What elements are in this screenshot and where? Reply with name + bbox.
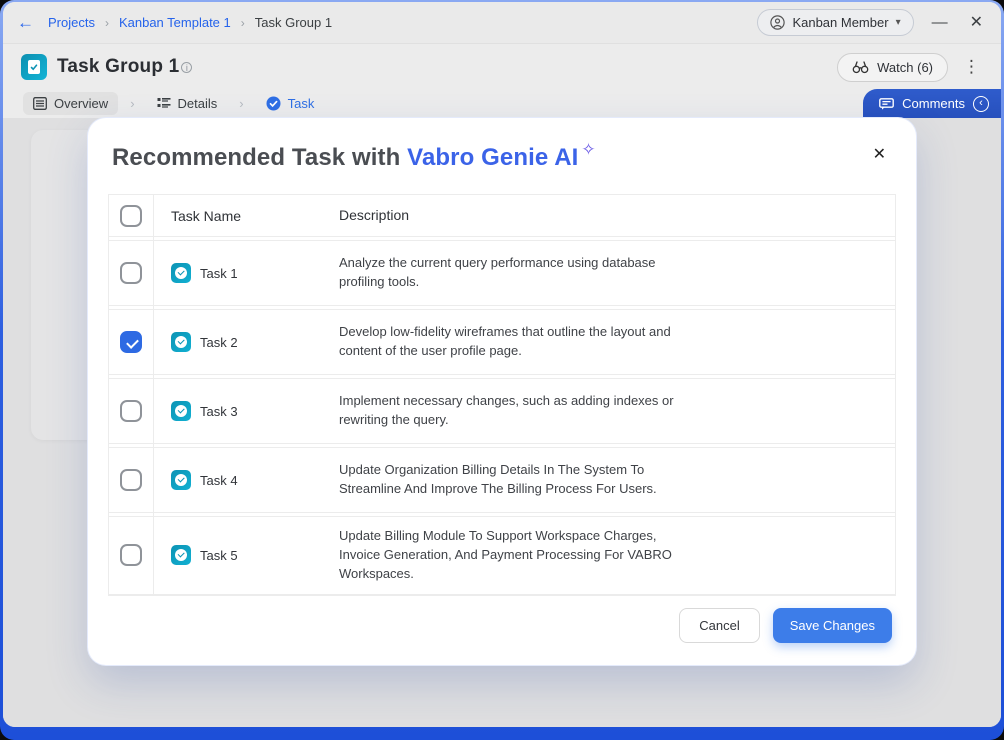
details-icon — [157, 97, 171, 109]
watch-label: Watch (6) — [877, 60, 933, 75]
tab-details-label: Details — [178, 96, 218, 111]
modal-title: Recommended Task with Vabro Genie AI✧ — [112, 144, 596, 172]
member-label: Kanban Member — [792, 15, 888, 30]
column-task-name: Task Name — [153, 208, 339, 224]
task-name: Task 1 — [200, 266, 238, 281]
table-header-row: Task Name Description — [109, 195, 895, 237]
comment-icon — [879, 98, 894, 110]
row-checkbox[interactable] — [120, 544, 142, 566]
tab-task-label: Task — [288, 96, 315, 111]
task-item-icon — [171, 263, 191, 283]
chevron-right-icon: › — [105, 16, 109, 30]
sparkle-icon: ✧ — [581, 140, 595, 159]
row-checkbox[interactable] — [120, 400, 142, 422]
page-header: Task Group 1 i Watch (6) ⋮ — [3, 44, 1001, 88]
info-icon[interactable]: i — [181, 62, 192, 73]
row-checkbox[interactable] — [120, 331, 142, 353]
comments-button[interactable]: Comments ‹ — [863, 89, 1001, 118]
page-title: Task Group 1 — [57, 56, 179, 78]
desktop-frame: ← Projects › Kanban Template 1 › Task Gr… — [0, 0, 1004, 740]
task-item-icon — [171, 545, 191, 565]
cancel-button[interactable]: Cancel — [679, 608, 759, 643]
tab-overview-label: Overview — [54, 96, 108, 111]
task-description: Update Organization Billing Details In T… — [339, 451, 699, 509]
comments-label: Comments — [902, 96, 965, 111]
chevron-right-icon: › — [241, 16, 245, 30]
app-window: ← Projects › Kanban Template 1 › Task Gr… — [3, 2, 1001, 727]
breadcrumb: Projects › Kanban Template 1 › Task Grou… — [48, 15, 332, 30]
minimize-button[interactable]: — — [928, 13, 952, 33]
watch-button[interactable]: Watch (6) — [837, 53, 948, 82]
kebab-menu-icon[interactable]: ⋮ — [960, 57, 983, 77]
modal-title-highlight: Vabro Genie AI — [407, 144, 578, 171]
top-bar: ← Projects › Kanban Template 1 › Task Gr… — [3, 2, 1001, 44]
chevron-down-icon: ▾ — [896, 17, 901, 28]
task-description: Implement necessary changes, such as add… — [339, 382, 699, 440]
member-dropdown[interactable]: Kanban Member ▾ — [757, 9, 913, 36]
content-area: Recommended Task with Vabro Genie AI✧ ✕ … — [3, 118, 1001, 727]
task-description: Analyze the current query performance us… — [339, 244, 699, 302]
breadcrumb-projects[interactable]: Projects — [48, 15, 95, 30]
chevron-right-icon: › — [130, 96, 134, 111]
save-changes-button[interactable]: Save Changes — [773, 608, 892, 643]
close-window-button[interactable]: ✕ — [966, 13, 987, 33]
chevron-right-icon: › — [239, 96, 243, 111]
binoculars-icon — [852, 60, 869, 74]
tab-details[interactable]: Details — [147, 92, 228, 115]
task-description: Update Billing Module To Support Workspa… — [339, 517, 699, 594]
task-name: Task 2 — [200, 335, 238, 350]
overview-icon — [33, 97, 47, 110]
tabs-bar: Overview › Details › Task Comments — [3, 88, 1001, 118]
table-row: Task 5 Update Billing Module To Support … — [109, 516, 895, 595]
chevron-left-circle-icon: ‹ — [973, 96, 989, 112]
table-row: Task 3 Implement necessary changes, such… — [109, 378, 895, 444]
task-name: Task 5 — [200, 548, 238, 563]
tab-overview[interactable]: Overview — [23, 92, 118, 115]
row-checkbox[interactable] — [120, 469, 142, 491]
select-all-checkbox[interactable] — [120, 205, 142, 227]
row-checkbox[interactable] — [120, 262, 142, 284]
task-group-icon — [21, 54, 47, 80]
column-description: Description — [339, 205, 699, 225]
task-description: Develop low-fidelity wireframes that out… — [339, 313, 699, 371]
back-arrow-icon[interactable]: ← — [17, 13, 34, 33]
table-row: Task 1 Analyze the current query perform… — [109, 240, 895, 306]
breadcrumb-task-group: Task Group 1 — [255, 15, 332, 30]
person-icon — [770, 15, 785, 30]
table-row: Task 2 Develop low-fidelity wireframes t… — [109, 309, 895, 375]
task-table: Task Name Description Task 1 Analyze the… — [108, 194, 896, 596]
task-name: Task 3 — [200, 404, 238, 419]
task-item-icon — [171, 470, 191, 490]
task-item-icon — [171, 332, 191, 352]
table-row: Task 4 Update Organization Billing Detai… — [109, 447, 895, 513]
recommended-task-modal: Recommended Task with Vabro Genie AI✧ ✕ … — [88, 118, 916, 665]
task-item-icon — [171, 401, 191, 421]
breadcrumb-kanban-template[interactable]: Kanban Template 1 — [119, 15, 231, 30]
task-check-icon — [266, 96, 281, 111]
tab-task[interactable]: Task — [256, 92, 325, 115]
task-name: Task 4 — [200, 473, 238, 488]
modal-close-icon[interactable]: ✕ — [867, 140, 892, 168]
task-table-body: Task 1 Analyze the current query perform… — [109, 240, 895, 595]
